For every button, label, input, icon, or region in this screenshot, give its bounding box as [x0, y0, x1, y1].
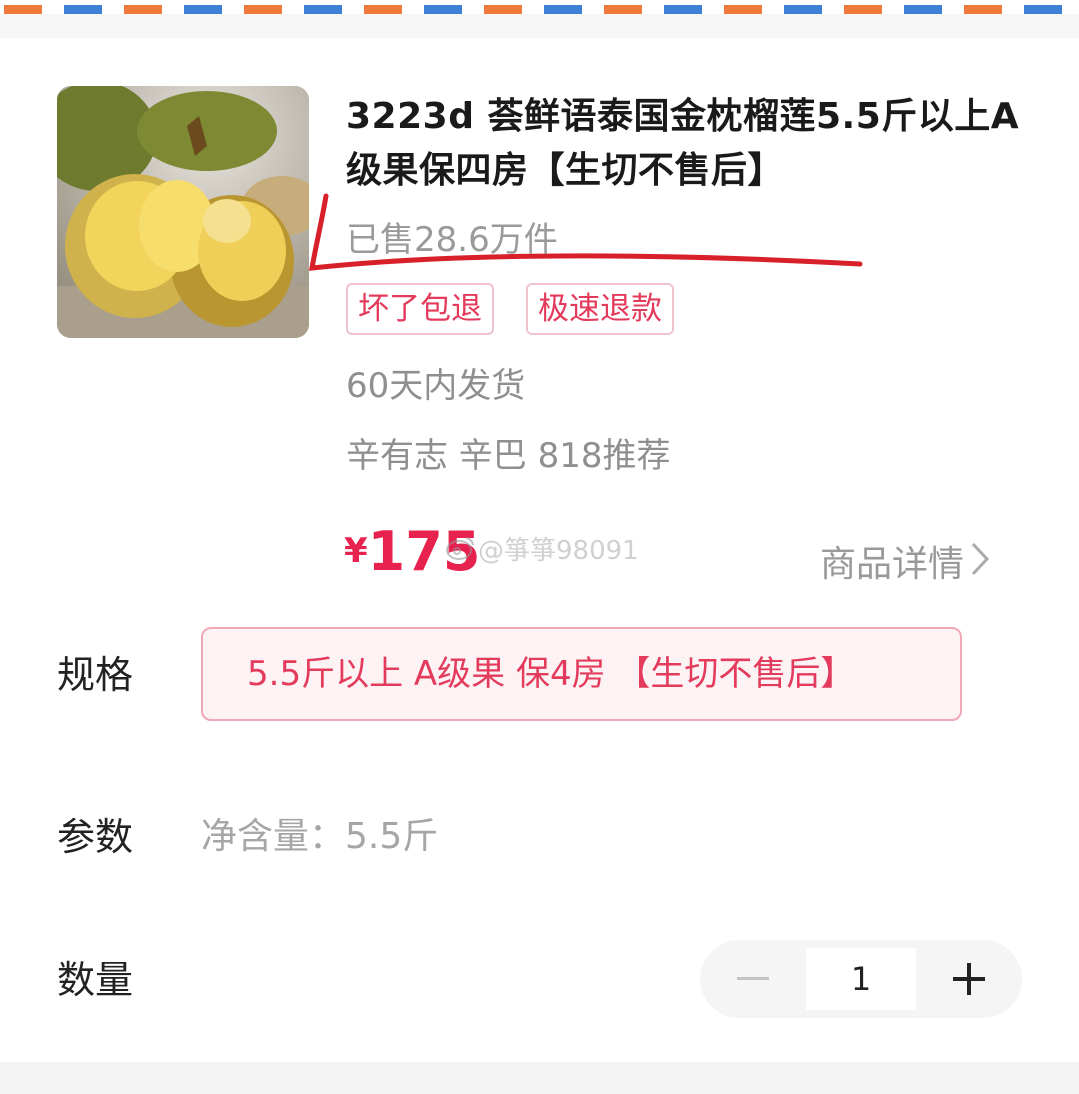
- weibo-icon: [446, 535, 476, 568]
- product-sku-sheet: 3223d 荟鲜语泰国金枕榴莲5.5斤以上A级果保四房【生切不售后】 已售28.…: [0, 0, 1079, 1094]
- airmail-stripe: [0, 5, 1079, 14]
- price-currency: ¥: [344, 531, 368, 571]
- watermark-text: @箏箏98091: [478, 536, 639, 566]
- watermark: @箏箏98091: [446, 530, 639, 568]
- top-gap: [0, 14, 1079, 38]
- spec-label: 规格: [57, 653, 134, 697]
- chevron-right-icon: [970, 541, 990, 591]
- quantity-input[interactable]: 1: [806, 948, 916, 1010]
- quantity-label: 数量: [57, 958, 134, 1002]
- shipping-info: 60天内发货: [346, 366, 526, 406]
- params-label: 参数: [57, 815, 134, 859]
- increase-button[interactable]: [916, 940, 1022, 1018]
- minus-icon: [737, 977, 769, 980]
- product-detail-label: 商品详情: [820, 544, 965, 585]
- product-image[interactable]: [57, 86, 309, 338]
- tag-fast-refund: 极速退款: [526, 283, 674, 335]
- product-title: 3223d 荟鲜语泰国金枕榴莲5.5斤以上A级果保四房【生切不售后】: [346, 96, 1020, 191]
- recommend-info: 辛有志 辛巴 818推荐: [346, 436, 671, 476]
- sold-count: 已售28.6万件: [346, 220, 558, 260]
- spec-option-selected[interactable]: 5.5斤以上 A级果 保4房 【生切不售后】: [201, 627, 962, 721]
- params-value: 净含量：5.5斤: [201, 816, 439, 857]
- decrease-button[interactable]: [700, 940, 806, 1018]
- durian-photo-icon: [57, 86, 309, 338]
- bottom-divider: [0, 1062, 1079, 1094]
- product-detail-link[interactable]: 商品详情: [820, 540, 990, 591]
- plus-icon: [953, 963, 985, 995]
- tag-return-if-bad: 坏了包退: [346, 283, 494, 335]
- quantity-stepper: 1: [700, 940, 1022, 1018]
